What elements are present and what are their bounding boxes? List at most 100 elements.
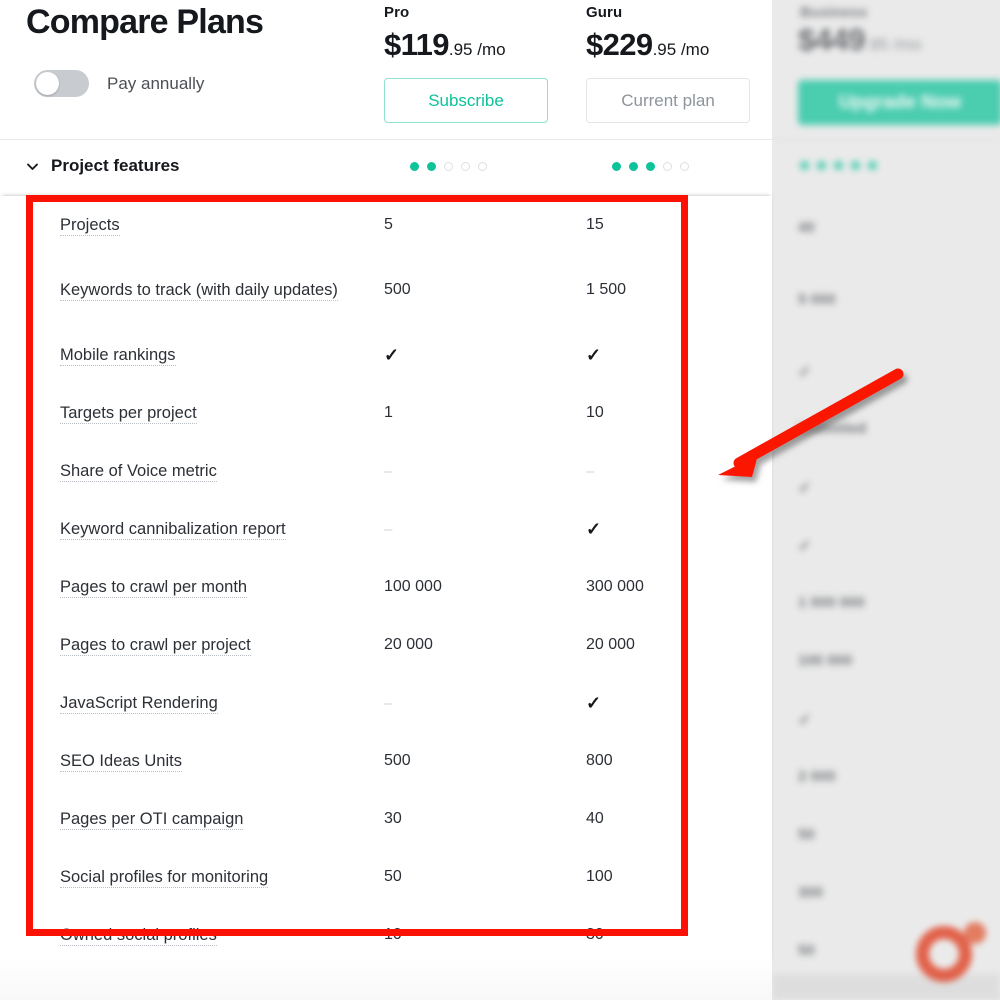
plan-name-business: Business <box>800 4 868 21</box>
cell-business: 100 000 <box>798 652 853 669</box>
plan-price-pro: $119.95 /mo <box>384 27 550 63</box>
plan-price-major-business: $449 <box>798 22 865 57</box>
cell-pro: ✓ <box>384 344 400 365</box>
cell-business: 5 000 <box>798 291 836 308</box>
business-column-content: Business $449.95 /mo Upgrade Now 40 5 00… <box>772 0 1000 1000</box>
table-row: Share of Voice metric – – <box>0 442 772 500</box>
compare-plans-main: Compare Plans Pay annually Pro $119.95 /… <box>0 0 772 1000</box>
current-plan-button[interactable]: Current plan <box>586 78 750 123</box>
level-dot-on <box>427 162 436 171</box>
cell-pro: 20 000 <box>384 636 433 653</box>
level-dot-off <box>663 162 672 171</box>
cell-pro: – <box>384 694 393 712</box>
upgrade-now-button[interactable]: Upgrade Now <box>798 80 1000 125</box>
cell-pro: – <box>384 462 393 480</box>
section-toggle-project-features[interactable]: Project features <box>26 156 180 176</box>
chat-widget-dot <box>964 922 986 944</box>
cell-guru: 15 <box>586 216 604 233</box>
cell-pro: 100 000 <box>384 578 442 595</box>
page-title: Compare Plans <box>26 3 264 41</box>
level-dot-on <box>851 161 860 170</box>
plan-column-pro: Pro $119.95 /mo Subscribe <box>384 0 550 123</box>
plan-price-guru: $229.95 /mo <box>586 27 752 63</box>
level-dot-off <box>680 162 689 171</box>
level-dot-on <box>817 161 826 170</box>
level-dot-on <box>646 162 655 171</box>
feature-label[interactable]: Share of Voice metric <box>60 457 370 485</box>
feature-comparison-table: Projects 5 15 Keywords to track (with da… <box>0 196 772 964</box>
plan-price-minor-pro: .95 <box>448 40 473 59</box>
cell-business: ✓ <box>798 712 812 729</box>
feature-label[interactable]: Projects <box>60 211 370 239</box>
compare-plans-page: Business $449 .95 /mo Upgrade Now 40 5 00… <box>0 0 1000 1000</box>
feature-label[interactable]: Keywords to track (with daily updates) <box>60 277 370 304</box>
level-dot-on <box>834 161 843 170</box>
cell-guru: ✓ <box>586 344 602 365</box>
plan-price-major-pro: $119 <box>384 27 449 62</box>
subscribe-button[interactable]: Subscribe <box>384 78 548 123</box>
cell-pro: 1 <box>384 404 393 421</box>
plan-price-period-pro: /mo <box>472 40 506 59</box>
table-row: Pages to crawl per project 20 000 20 000 <box>0 616 772 674</box>
table-row: Keyword cannibalization report – ✓ <box>0 500 772 558</box>
chat-widget-icon[interactable] <box>902 904 994 996</box>
table-row: Targets per project 1 10 <box>0 384 772 442</box>
cell-pro: 10 <box>384 926 402 943</box>
pay-annually-toggle[interactable] <box>34 70 89 97</box>
feature-label[interactable]: Pages to crawl per month <box>60 573 370 601</box>
table-row: Owned social profiles 10 30 <box>0 906 772 964</box>
cell-guru: 100 <box>586 868 613 885</box>
feature-label[interactable]: JavaScript Rendering <box>60 689 370 717</box>
cell-guru: 20 000 <box>586 636 635 653</box>
feature-label[interactable]: Pages per OTI campaign <box>60 805 370 833</box>
level-dot-on <box>800 161 809 170</box>
cell-business: 2 000 <box>798 768 836 785</box>
feature-label[interactable]: Targets per project <box>60 399 370 427</box>
level-dot-on <box>410 162 419 171</box>
table-row: SEO Ideas Units 500 800 <box>0 732 772 790</box>
table-row: Pages per OTI campaign 30 40 <box>0 790 772 848</box>
pay-annually-row: Pay annually <box>34 70 204 97</box>
table-row: Pages to crawl per month 100 000 300 000 <box>0 558 772 616</box>
plan-price-minor-guru: .95 <box>652 40 677 59</box>
cell-guru: ✓ <box>586 518 602 539</box>
cell-business: 1 000 000 <box>798 594 865 611</box>
feature-label[interactable]: SEO Ideas Units <box>60 747 370 775</box>
cell-pro: 50 <box>384 868 402 885</box>
toggle-knob <box>36 72 59 95</box>
cell-business: 50 <box>798 826 815 843</box>
cell-business: ✓ <box>798 538 812 555</box>
level-dot-on <box>629 162 638 171</box>
plan-name-pro: Pro <box>384 4 410 21</box>
cell-guru: 300 000 <box>586 578 644 595</box>
feature-label[interactable]: Keyword cannibalization report <box>60 515 370 543</box>
feature-label[interactable]: Pages to crawl per project <box>60 631 370 659</box>
feature-label[interactable]: Social profiles for monitoring <box>60 863 370 891</box>
cell-guru: ✓ <box>586 692 602 713</box>
level-dot-on <box>612 162 621 171</box>
level-dot-off <box>461 162 470 171</box>
level-dot-off <box>444 162 453 171</box>
cell-business: 50 <box>798 942 815 959</box>
business-header-divider <box>772 139 1000 140</box>
table-row: Projects 5 15 <box>0 196 772 254</box>
level-dots-pro <box>410 162 487 171</box>
feature-label[interactable]: Owned social profiles <box>60 921 370 949</box>
cell-business: Unlimited <box>798 420 867 437</box>
cell-guru: 1 500 <box>586 281 627 298</box>
page-bottom-fade <box>0 958 772 1000</box>
cell-business: 40 <box>798 219 815 236</box>
cell-pro: – <box>384 520 393 538</box>
table-row: Keywords to track (with daily updates) 5… <box>0 254 772 326</box>
feature-label[interactable]: Mobile rankings <box>60 341 370 369</box>
pay-annually-label: Pay annually <box>107 73 205 93</box>
cell-pro: 5 <box>384 216 393 233</box>
plan-price-major-guru: $229 <box>586 27 653 62</box>
section-title-label: Project features <box>51 156 180 175</box>
cell-guru: 40 <box>586 810 604 827</box>
level-dot-on <box>868 161 877 170</box>
cell-guru: 30 <box>586 926 604 943</box>
cell-pro: 30 <box>384 810 402 827</box>
cell-business: ✓ <box>798 364 812 381</box>
chevron-down-icon <box>26 160 39 173</box>
